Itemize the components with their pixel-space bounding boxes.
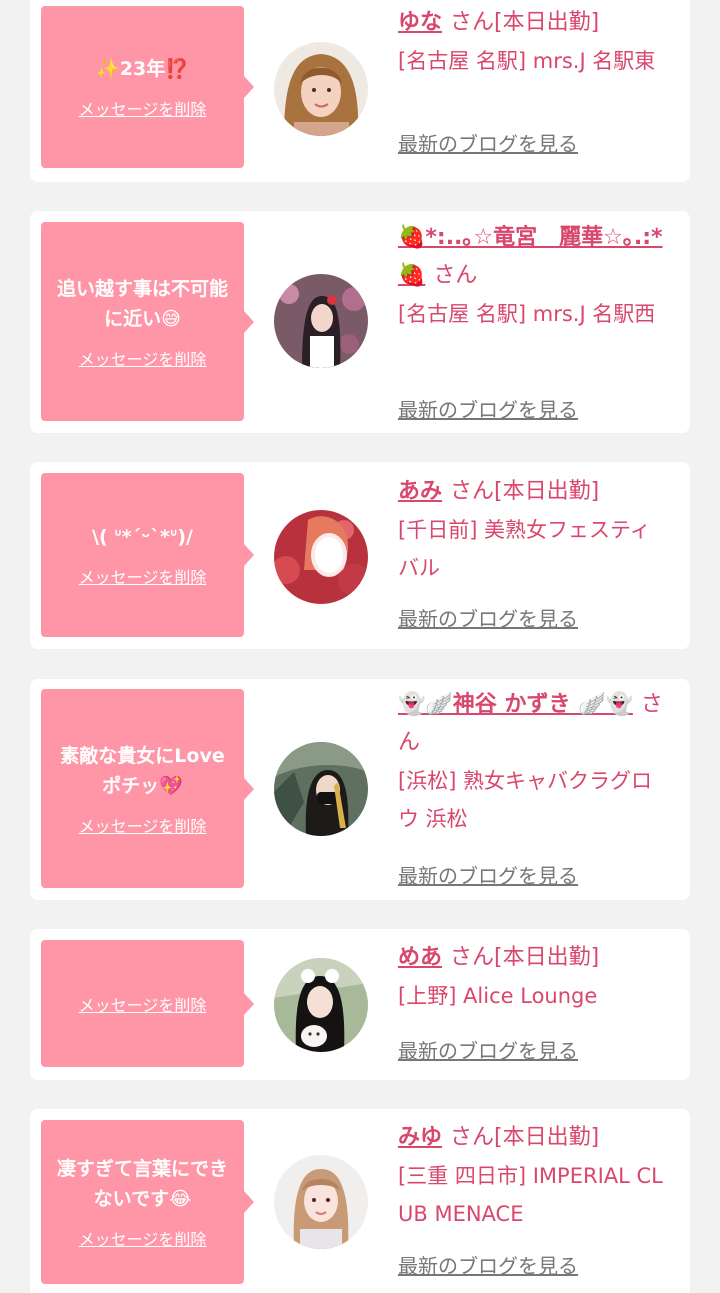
message-bubble: 凄すぎて言葉にできないです😂 メッセージを削除 <box>41 1120 254 1284</box>
work-status: [本日出勤] <box>494 945 600 970</box>
message-feed: ✨23年⁉️ メッセージを削除 ゆな さん[本日出勤] [名古屋 名駅] mrs.… <box>0 0 720 1293</box>
profile-info: ゆな さん[本日出勤] [名古屋 名駅] mrs.J 名駅東 最新のブログを見る <box>398 4 668 156</box>
profile-name-link[interactable]: めあ <box>398 945 442 970</box>
message-text: ✨23年⁉️ <box>96 58 189 80</box>
latest-blog-link[interactable]: 最新のブログを見る <box>398 1250 578 1279</box>
latest-blog-link[interactable]: 最新のブログを見る <box>398 1035 578 1064</box>
shop-name: [上野] Alice Lounge <box>398 984 598 1008</box>
avatar[interactable] <box>274 274 368 368</box>
profile-name-link[interactable]: 👻🪽神谷 かずき 🪽👻 <box>398 692 633 717</box>
delete-message-link[interactable]: メッセージを削除 <box>79 992 207 1016</box>
message-card: 追い越す事は不可能に近い😅 メッセージを削除 🍓*:..｡☆竜宮 麗華☆｡.:*… <box>30 211 690 433</box>
shop-name: [名古屋 名駅] mrs.J 名駅東 <box>398 49 656 73</box>
profile-info: めあ さん[本日出勤] [上野] Alice Lounge 最新のブログを見る <box>398 939 668 1063</box>
honorific: さん <box>450 479 495 504</box>
latest-blog-link[interactable]: 最新のブログを見る <box>398 603 578 632</box>
honorific: さん <box>450 945 495 970</box>
profile-info: みゆ さん[本日出勤] [三重 四日市] IMPERIAL CLUB MENACE… <box>398 1119 668 1278</box>
delete-message-link[interactable]: メッセージを削除 <box>79 96 207 120</box>
honorific: さん <box>433 263 478 288</box>
profile-photo-ami <box>274 510 368 604</box>
shop-name: [浜松] 熟女キャバクラグロウ 浜松 <box>398 769 653 831</box>
shop-name: [三重 四日市] IMPERIAL CLUB MENACE <box>398 1164 663 1226</box>
avatar[interactable] <box>274 742 368 836</box>
profile-photo-mea <box>274 958 368 1052</box>
avatar[interactable] <box>274 42 368 136</box>
honorific: さん <box>450 1125 495 1150</box>
message-bubble: 追い越す事は不可能に近い😅 メッセージを削除 <box>41 222 254 421</box>
shop-name: [名古屋 名駅] mrs.J 名駅西 <box>398 302 656 326</box>
avatar[interactable] <box>274 958 368 1052</box>
message-card: 素敵な貴女にLoveポチッ💖 メッセージを削除 👻🪽神谷 かずき 🪽👻 さん [浜… <box>30 679 690 900</box>
profile-name-link[interactable]: みゆ <box>398 1125 442 1150</box>
avatar[interactable] <box>274 1155 368 1249</box>
work-status: [本日出勤] <box>494 10 600 35</box>
message-bubble: \( ᐡ*ˊᵕˋ*ᐡ)/ メッセージを削除 <box>41 473 254 637</box>
message-text: 凄すぎて言葉にできないです😂 <box>56 1158 228 1210</box>
shop-name: [千日前] 美熟女フェスティバル <box>398 518 651 580</box>
delete-message-link[interactable]: メッセージを削除 <box>79 1226 207 1250</box>
profile-info: あみ さん[本日出勤] [千日前] 美熟女フェスティバル 最新のブログを見る <box>398 473 668 631</box>
latest-blog-link[interactable]: 最新のブログを見る <box>398 128 578 157</box>
message-text: 素敵な貴女にLoveポチッ💖 <box>60 744 225 797</box>
profile-info: 👻🪽神谷 かずき 🪽👻 さん [浜松] 熟女キャバクラグロウ 浜松 最新のブログを… <box>398 686 668 888</box>
profile-photo-yuna <box>274 42 368 136</box>
avatar[interactable] <box>274 510 368 604</box>
profile-name-link[interactable]: ゆな <box>398 10 442 35</box>
message-card: \( ᐡ*ˊᵕˋ*ᐡ)/ メッセージを削除 あみ さん[本日出勤] [千日前] 美… <box>30 462 690 649</box>
message-card: 凄すぎて言葉にできないです😂 メッセージを削除 みゆ さん[本日出勤] [三重 四… <box>30 1109 690 1293</box>
delete-message-link[interactable]: メッセージを削除 <box>79 564 207 588</box>
profile-photo-kazuki <box>274 742 368 836</box>
profile-photo-reika <box>274 274 368 368</box>
message-card: メッセージを削除 めあ さん[本日出勤] [上野] Alice Lounge 最新… <box>30 929 690 1080</box>
delete-message-link[interactable]: メッセージを削除 <box>79 813 207 837</box>
honorific: さん <box>450 10 495 35</box>
work-status: [本日出勤] <box>494 479 600 504</box>
message-card: ✨23年⁉️ メッセージを削除 ゆな さん[本日出勤] [名古屋 名駅] mrs.… <box>30 0 690 182</box>
message-text: \( ᐡ*ˊᵕˋ*ᐡ)/ <box>92 526 193 548</box>
message-bubble: ✨23年⁉️ メッセージを削除 <box>41 6 254 168</box>
delete-message-link[interactable]: メッセージを削除 <box>79 346 207 370</box>
work-status: [本日出勤] <box>494 1125 600 1150</box>
message-bubble: 素敵な貴女にLoveポチッ💖 メッセージを削除 <box>41 689 254 888</box>
latest-blog-link[interactable]: 最新のブログを見る <box>398 860 578 889</box>
profile-info: 🍓*:..｡☆竜宮 麗華☆｡.:*🍓 さん [名古屋 名駅] mrs.J 名駅西 … <box>398 219 668 422</box>
profile-photo-miyu <box>274 1155 368 1249</box>
message-text: 追い越す事は不可能に近い😅 <box>56 277 228 330</box>
latest-blog-link[interactable]: 最新のブログを見る <box>398 394 578 423</box>
message-bubble: メッセージを削除 <box>41 940 254 1067</box>
profile-name-link[interactable]: あみ <box>398 479 442 504</box>
